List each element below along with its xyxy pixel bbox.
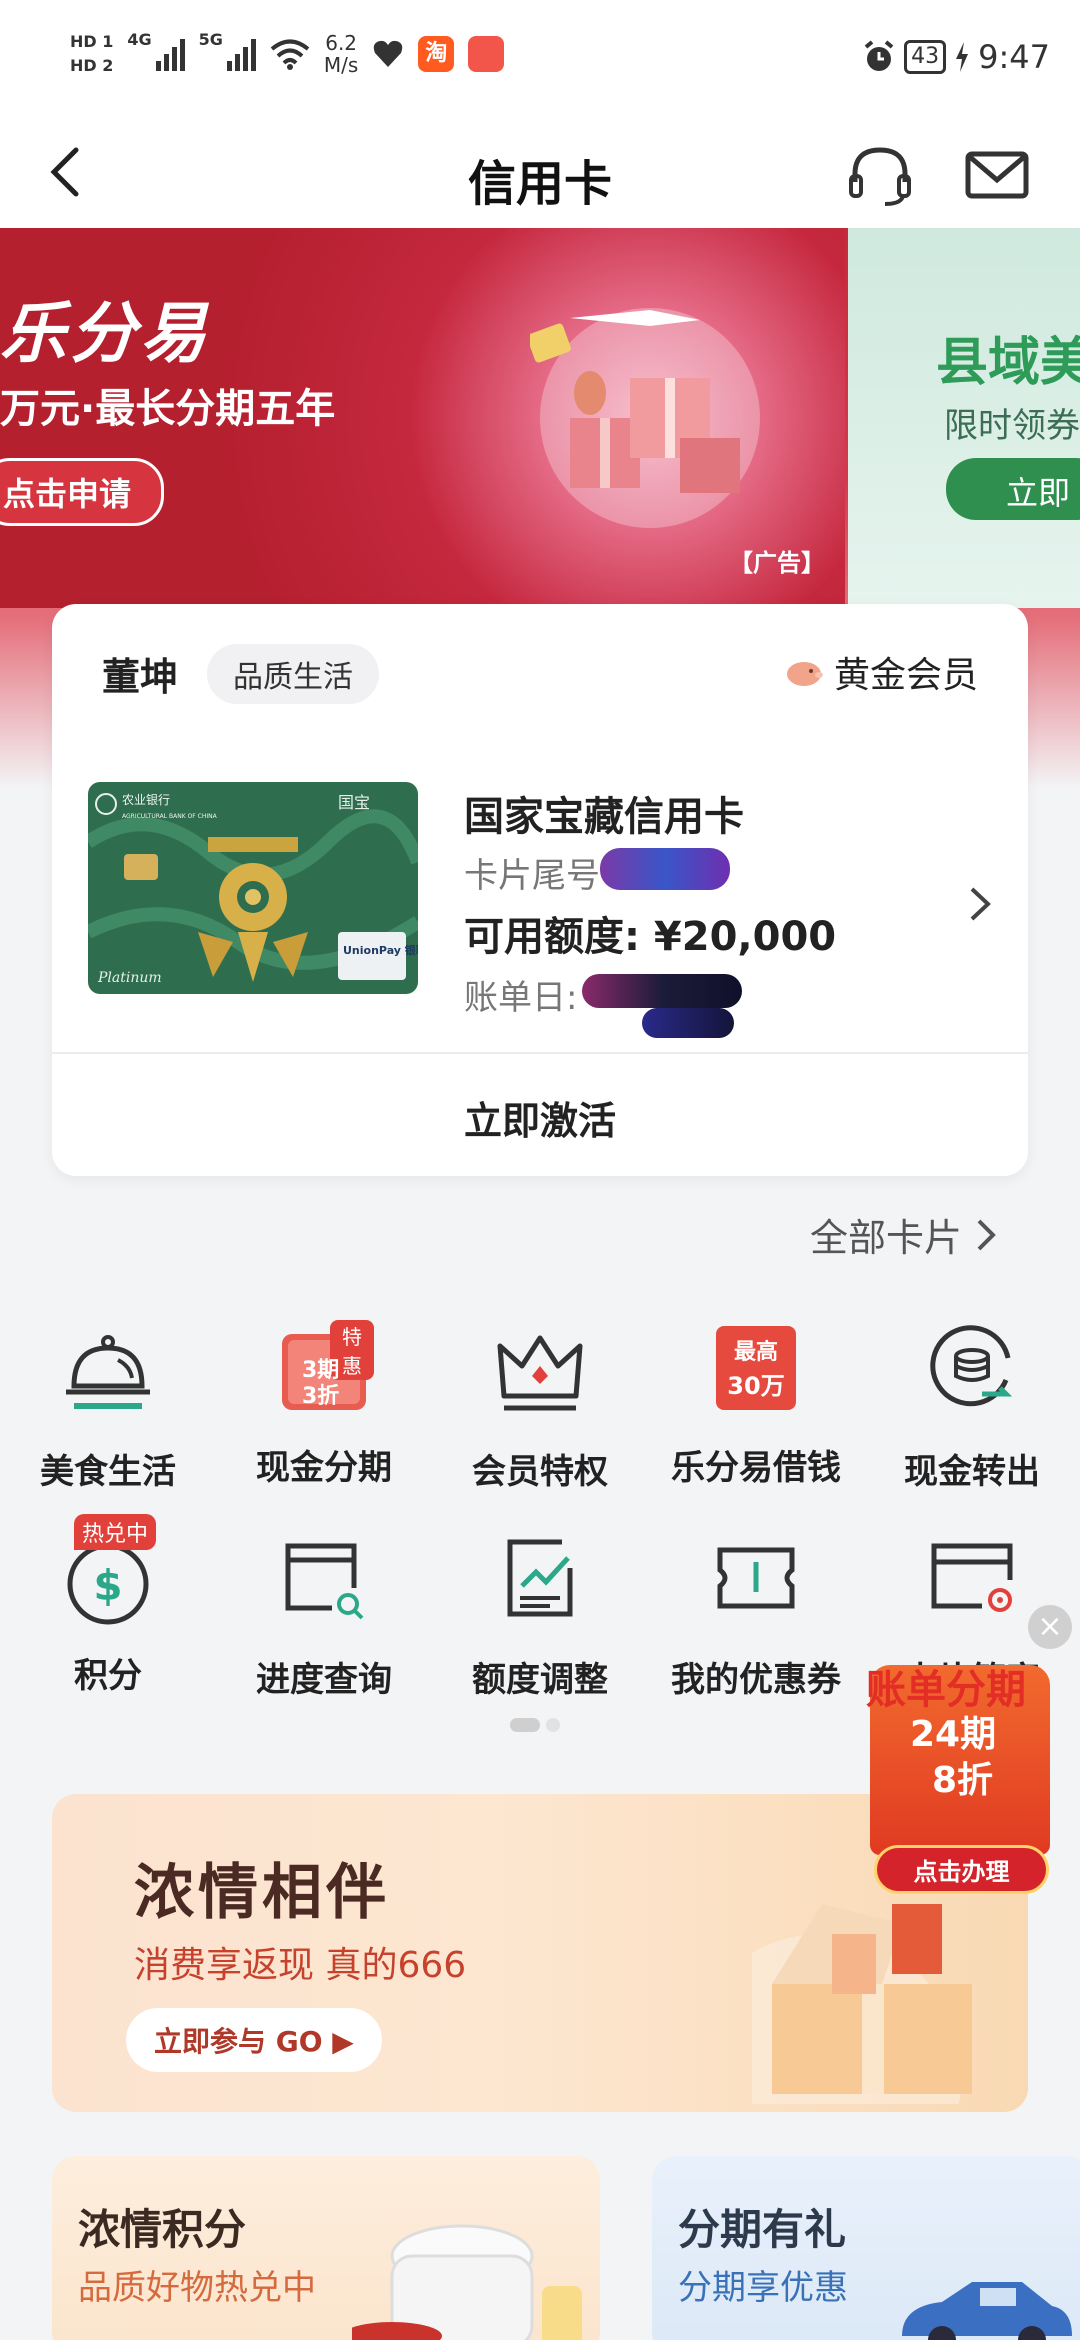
float-promo-button[interactable]: 点击办理 [874,1845,1049,1894]
card-title: 分期有礼 [678,2205,847,2254]
grid-item-points[interactable]: $ 热兑中 积分 [0,1514,216,1697]
float-promo-periods: 24期 [910,1714,997,1755]
card-tail-number: 卡片尾号 [464,856,600,896]
coin-transfer-icon [930,1325,1013,1407]
grid-item-member-privilege[interactable]: 会员特权 [432,1320,648,1493]
chevron-right-icon[interactable] [964,879,994,929]
card-name: 国家宝藏信用卡 [464,794,744,840]
headset-icon[interactable] [845,140,915,210]
network-type-2: 5G [198,30,223,49]
hd-indicator: HD 1 HD 2 [70,32,114,75]
installment-icon: 特惠 3期 3折 [274,1320,374,1420]
activate-button[interactable]: 立即激活 [52,1090,1028,1145]
grid-item-label: 积分 [74,1656,142,1696]
banner-apply-button[interactable]: 点击申请 [0,458,165,526]
clock: 9:47 [978,38,1050,76]
gift-boxes-illustration [530,308,760,528]
grid-item-cash-transfer[interactable]: 现金转出 [864,1320,1080,1493]
grid-item-food[interactable]: 美食生活 [0,1320,216,1493]
member-level[interactable]: 黄金会员 [784,646,978,698]
hot-badge: 热兑中 [74,1514,157,1550]
network-speed: 6.2 M/s [323,31,359,77]
points-promo-card[interactable]: 浓情积分 品质好物热兑中 [52,2156,600,2340]
svg-text:AGRICULTURAL BANK OF CHINA: AGRICULTURAL BANK OF CHINA [122,813,218,820]
limit-chart-icon [507,1539,573,1617]
card-subtitle: 分期享优惠 [678,2268,848,2308]
chevron-right-icon [977,1219,996,1250]
banner-slide-county[interactable]: 县域美 限时领券 立即 [848,228,1080,608]
close-icon[interactable]: × [1028,1605,1072,1649]
status-bar: HD 1 HD 2 4G 5G 6.2 M/s 淘 43 9:47 [0,0,1080,120]
grid-item-label: 现金转出 [904,1452,1040,1492]
banner-headline: 县域美 [936,333,1080,393]
all-cards-link[interactable]: 全部卡片 [810,1207,998,1262]
bill-date: 账单日: [464,978,578,1018]
banner-cta-button[interactable]: 立即 [946,458,1080,520]
installment-gift-card[interactable]: 分期有礼 分期享优惠 [652,2156,1080,2340]
svg-text:UnionPay 银联: UnionPay 银联 [343,943,418,957]
credit-card-panel: 董坤 品质生活 黄金会员 农业银行 AGRICULTURAL BANK OF C… [52,604,1028,1176]
piggy-icon [786,662,823,686]
svg-text:Platinum: Platinum [97,970,162,986]
grid-item-progress[interactable]: 进度查询 [216,1528,432,1701]
car-illustration [902,2282,1072,2340]
loan-icon: 最高 30万 [706,1320,806,1420]
grid-item-label: 乐分易借钱 [671,1448,841,1488]
banner-subline: 万元·最长分期五年 [0,386,336,432]
signal-icon [226,37,256,71]
heart-shield-icon [374,40,403,67]
grid-item-label: 现金分期 [256,1448,392,1488]
progress-search-icon [285,1543,364,1620]
redaction-mask [600,848,730,890]
signal-icon [155,37,185,71]
gift-box-illustration [752,1904,972,2104]
banner-headline: 乐分易 [0,295,210,372]
card-subtitle: 品质好物热兑中 [78,2268,316,2308]
banner-subline: 限时领券 [944,406,1080,446]
battery-level: 43 [904,40,947,74]
floating-bill-installment-promo[interactable]: × 账单分期 24期 8折 点击办理 [820,1605,1080,1895]
card-image[interactable]: 农业银行 AGRICULTURAL BANK OF CHINA 国宝 Union… [88,782,418,994]
user-name: 董坤 [102,655,179,699]
svg-text:农业银行: 农业银行 [122,793,170,807]
page-indicator [510,1718,560,1732]
points-icon: $ 热兑中 [58,1514,158,1628]
redaction-mask [642,1008,734,1038]
grid-item-limit-adjust[interactable]: 额度调整 [432,1528,648,1701]
redaction-mask [582,974,742,1008]
network-type-1: 4G [127,30,152,49]
grid-item-loan[interactable]: 最高 30万 乐分易借钱 [648,1320,864,1489]
banner-slide-lefenyi[interactable]: 乐分易 万元·最长分期五年 点击申请 【广告】 [0,228,845,608]
user-tag: 品质生活 [207,644,379,704]
taobao-app-icon: 淘 [418,36,455,72]
promo-join-button[interactable]: 立即参与 GO ▶ [126,2008,382,2072]
top-navigation-bar: 信用卡 [0,120,1080,230]
promo-title: 浓情相伴 [134,1858,390,1928]
shopping-bag-app-icon [468,36,505,72]
card-title: 浓情积分 [78,2205,247,2254]
alarm-icon [864,40,894,71]
cloche-icon [66,1335,150,1409]
float-promo-discount: 8折 [932,1760,994,1801]
divider [52,1052,1028,1054]
mail-icon[interactable] [962,140,1032,210]
svg-text:$: $ [93,1561,122,1610]
grid-item-cash-installment[interactable]: 特惠 3期 3折 现金分期 [216,1320,432,1489]
grid-item-label: 进度查询 [256,1660,392,1700]
coupon-icon [717,1547,795,1609]
available-limit: 可用额度: ¥20,000 [464,914,837,960]
page-title: 信用卡 [467,156,612,212]
grid-item-label: 会员特权 [472,1452,608,1492]
ad-label: 【广告】 [729,549,825,577]
grid-item-label: 额度调整 [472,1660,608,1700]
promo-subtitle: 消费享返现 真的666 [134,1945,467,1986]
grid-item-label: 美食生活 [40,1452,176,1492]
svg-text:国宝: 国宝 [338,793,370,812]
rice-cooker-illustration [352,2224,582,2340]
crown-icon [497,1335,583,1411]
charging-icon [956,42,969,72]
wifi-icon [270,39,310,70]
